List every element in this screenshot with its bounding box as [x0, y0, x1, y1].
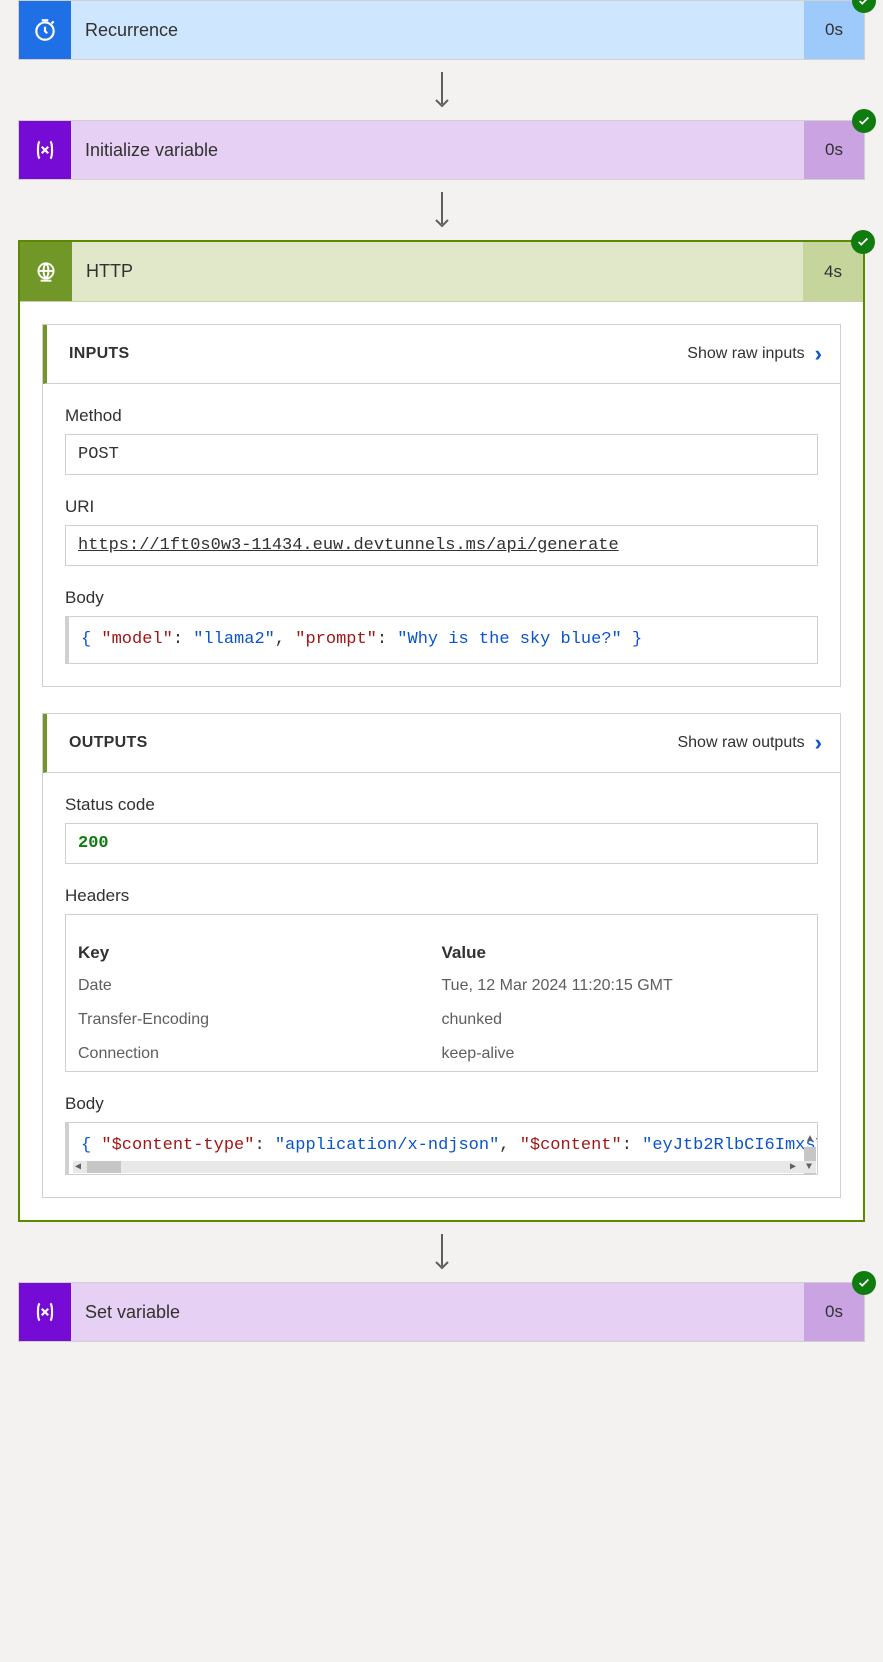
success-badge-icon: [851, 230, 875, 254]
status-code-label: Status code: [65, 795, 818, 815]
inputs-body-json: { "model": "llama2", "prompt": "Why is t…: [65, 616, 818, 664]
table-row: Transfer-Encoding chunked: [66, 1003, 817, 1037]
step-title: Set variable: [71, 1283, 804, 1341]
step-title: Recurrence: [71, 1, 804, 59]
step-title: HTTP: [72, 242, 803, 301]
table-row: Connection keep-alive: [66, 1037, 817, 1071]
success-badge-icon: [852, 1271, 876, 1295]
step-recurrence[interactable]: Recurrence 0s: [18, 0, 865, 60]
success-badge-icon: [852, 109, 876, 133]
step-set-variable[interactable]: Set variable 0s: [18, 1282, 865, 1342]
variable-icon: [19, 1283, 71, 1341]
method-label: Method: [65, 406, 818, 426]
scrollbar-horizontal[interactable]: [73, 1161, 816, 1173]
step-http-expanded: HTTP 4s INPUTS Show raw inputs › Method …: [18, 240, 865, 1222]
header-key-col: Key: [78, 943, 442, 963]
outputs-body-json[interactable]: { "$content-type": "application/x-ndjson…: [65, 1122, 818, 1176]
step-http-header[interactable]: HTTP 4s: [20, 242, 863, 302]
arrow-down-icon: [18, 1222, 865, 1282]
variable-icon: [19, 121, 71, 179]
globe-icon: [20, 242, 72, 301]
status-code-value: 200: [65, 823, 818, 864]
outputs-label: OUTPUTS: [69, 734, 148, 752]
clock-icon: [19, 1, 71, 59]
show-raw-inputs-button[interactable]: Show raw inputs ›: [687, 341, 822, 367]
chevron-right-icon: ›: [815, 341, 822, 367]
headers-table: Key Value Date Tue, 12 Mar 2024 11:20:15…: [65, 914, 818, 1072]
chevron-right-icon: ›: [815, 730, 822, 756]
uri-value: https://1ft0s0w3-11434.euw.devtunnels.ms…: [65, 525, 818, 566]
arrow-down-icon: [18, 60, 865, 120]
uri-label: URI: [65, 497, 818, 517]
method-value: POST: [65, 434, 818, 475]
headers-label: Headers: [65, 886, 818, 906]
step-initialize-variable[interactable]: Initialize variable 0s: [18, 120, 865, 180]
body-label: Body: [65, 588, 818, 608]
arrow-down-icon: [18, 180, 865, 240]
outputs-body-label: Body: [65, 1094, 818, 1114]
table-row: Date Tue, 12 Mar 2024 11:20:15 GMT: [66, 969, 817, 1003]
show-raw-outputs-button[interactable]: Show raw outputs ›: [677, 730, 822, 756]
header-value-col: Value: [442, 943, 806, 963]
inputs-label: INPUTS: [69, 345, 129, 363]
step-title: Initialize variable: [71, 121, 804, 179]
outputs-section: OUTPUTS Show raw outputs › Status code 2…: [42, 713, 841, 1199]
inputs-section: INPUTS Show raw inputs › Method POST URI…: [42, 324, 841, 687]
